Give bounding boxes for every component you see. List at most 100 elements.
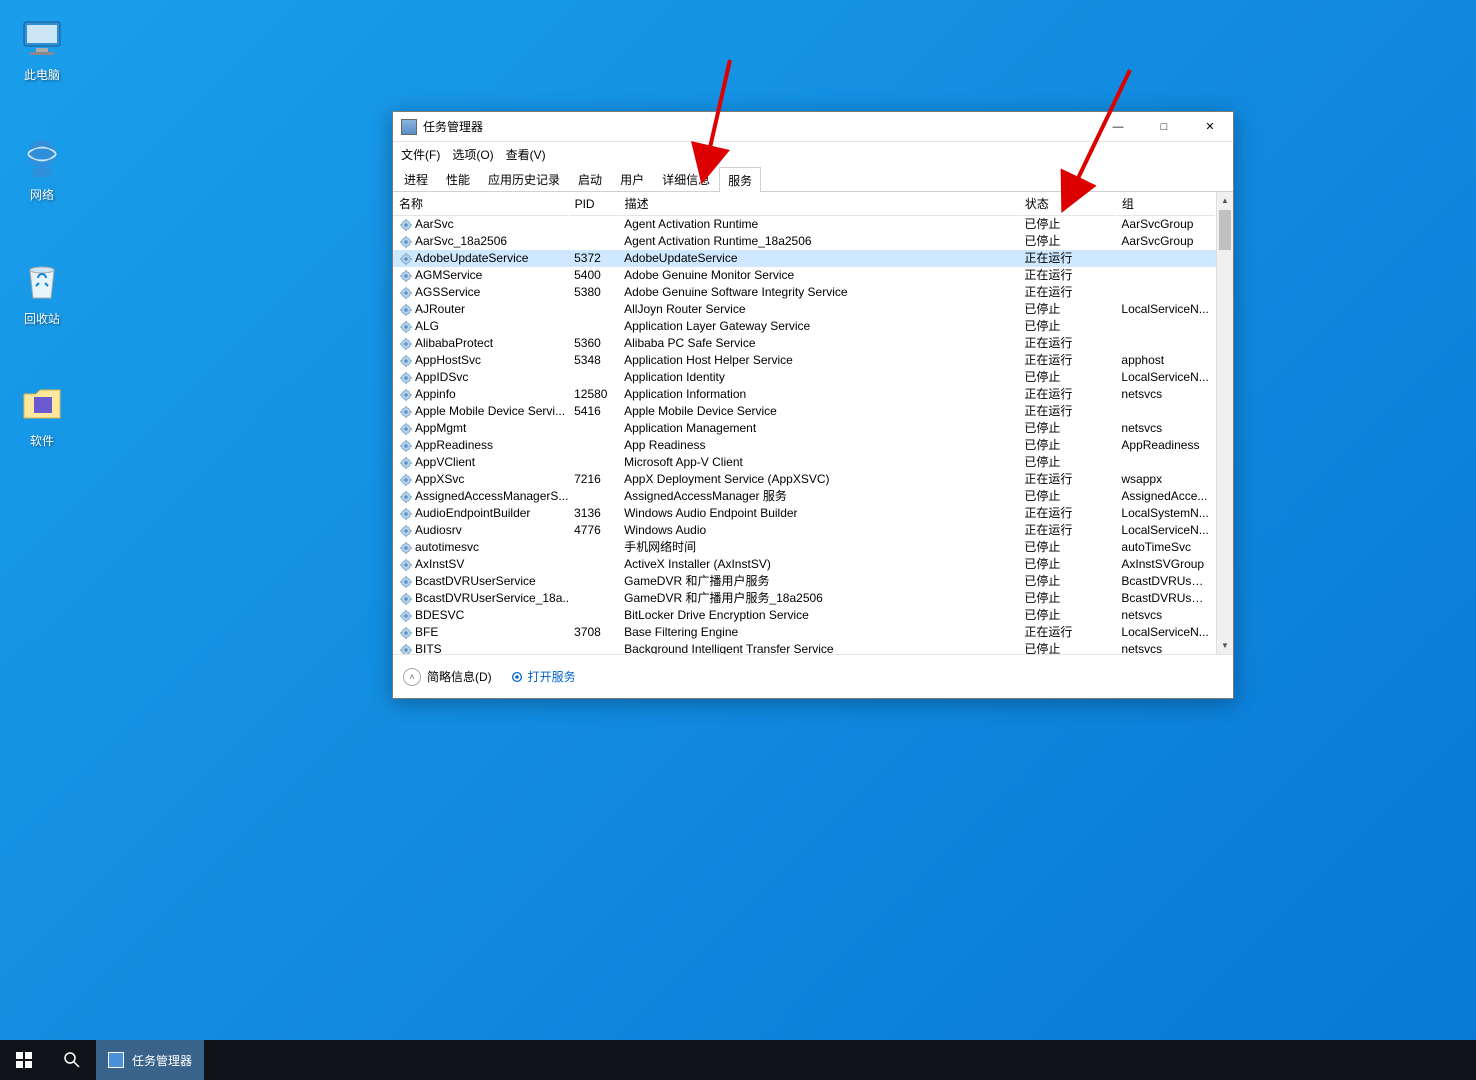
tab-4[interactable]: 用户 bbox=[611, 166, 653, 191]
service-row[interactable]: AGSService5380Adobe Genuine Software Int… bbox=[393, 284, 1216, 301]
service-group bbox=[1115, 403, 1215, 420]
service-group: LocalServiceN... bbox=[1115, 522, 1215, 539]
service-row[interactable]: AppIDSvcApplication Identity已停止LocalServ… bbox=[393, 369, 1216, 386]
service-row[interactable]: ALGApplication Layer Gateway Service已停止 bbox=[393, 318, 1216, 335]
menu-view[interactable]: 查看(V) bbox=[502, 144, 550, 165]
start-button[interactable] bbox=[0, 1040, 48, 1080]
maximize-button[interactable]: □ bbox=[1141, 112, 1187, 141]
service-name: AGSService bbox=[415, 284, 480, 301]
col-status[interactable]: 状态 bbox=[1018, 192, 1115, 216]
service-gear-icon bbox=[399, 235, 413, 249]
service-row[interactable]: AarSvcAgent Activation Runtime已停止AarSvcG… bbox=[393, 216, 1216, 234]
service-group: netsvcs bbox=[1115, 386, 1215, 403]
tab-2[interactable]: 应用历史记录 bbox=[479, 166, 569, 191]
service-status: 已停止 bbox=[1018, 539, 1115, 556]
service-name: AppHostSvc bbox=[415, 352, 481, 369]
tab-5[interactable]: 详细信息 bbox=[653, 166, 719, 191]
service-status: 正在运行 bbox=[1018, 352, 1115, 369]
service-row[interactable]: AssignedAccessManagerS...AssignedAccessM… bbox=[393, 488, 1216, 505]
service-row[interactable]: BFE3708Base Filtering Engine正在运行LocalSer… bbox=[393, 624, 1216, 641]
scroll-thumb[interactable] bbox=[1219, 210, 1231, 250]
minimize-button[interactable]: — bbox=[1095, 112, 1141, 141]
service-pid: 5348 bbox=[568, 352, 618, 369]
service-status: 正在运行 bbox=[1018, 250, 1115, 267]
service-desc: AssignedAccessManager 服务 bbox=[618, 488, 1018, 505]
service-row[interactable]: AppXSvc7216AppX Deployment Service (AppX… bbox=[393, 471, 1216, 488]
service-pid bbox=[568, 301, 618, 318]
service-row[interactable]: AppMgmtApplication Management已停止netsvcs bbox=[393, 420, 1216, 437]
service-row[interactable]: AGMService5400Adobe Genuine Monitor Serv… bbox=[393, 267, 1216, 284]
service-row[interactable]: BITSBackground Intelligent Transfer Serv… bbox=[393, 641, 1216, 654]
windows-logo-icon bbox=[16, 1052, 32, 1068]
service-row[interactable]: autotimesvc手机网络时间已停止autoTimeSvc bbox=[393, 539, 1216, 556]
close-button[interactable]: ✕ bbox=[1187, 112, 1233, 141]
service-row[interactable]: Appinfo12580Application Information正在运行n… bbox=[393, 386, 1216, 403]
desktop-icon-recycle-bin[interactable]: 回收站 bbox=[10, 258, 74, 327]
service-desc: AdobeUpdateService bbox=[618, 250, 1018, 267]
service-row[interactable]: AppHostSvc5348Application Host Helper Se… bbox=[393, 352, 1216, 369]
service-row[interactable]: AlibabaProtect5360Alibaba PC Safe Servic… bbox=[393, 335, 1216, 352]
service-row[interactable]: AudioEndpointBuilder3136Windows Audio En… bbox=[393, 505, 1216, 522]
service-row[interactable]: AppVClientMicrosoft App-V Client已停止 bbox=[393, 454, 1216, 471]
service-pid bbox=[568, 318, 618, 335]
desktop-icon-this-pc[interactable]: 此电脑 bbox=[10, 14, 74, 83]
service-name: AJRouter bbox=[415, 301, 465, 318]
service-group bbox=[1115, 250, 1215, 267]
desktop-icon-network[interactable]: 网络 bbox=[10, 134, 74, 203]
service-group: AxInstSVGroup bbox=[1115, 556, 1215, 573]
col-pid[interactable]: PID bbox=[568, 192, 618, 216]
service-group: netsvcs bbox=[1115, 641, 1215, 654]
service-gear-icon bbox=[399, 388, 413, 402]
menu-options[interactable]: 选项(O) bbox=[448, 144, 497, 165]
service-row[interactable]: AxInstSVActiveX Installer (AxInstSV)已停止A… bbox=[393, 556, 1216, 573]
service-status: 正在运行 bbox=[1018, 267, 1115, 284]
open-services-link[interactable]: 打开服务 bbox=[510, 668, 576, 685]
col-desc[interactable]: 描述 bbox=[618, 192, 1018, 216]
service-desc: Application Identity bbox=[618, 369, 1018, 386]
service-row[interactable]: BDESVCBitLocker Drive Encryption Service… bbox=[393, 607, 1216, 624]
service-name: BcastDVRUserService_18a... bbox=[415, 590, 568, 607]
taskbar-app-task-manager[interactable]: 任务管理器 bbox=[96, 1040, 204, 1080]
service-name: AGMService bbox=[415, 267, 482, 284]
service-row[interactable]: Apple Mobile Device Servi...5416Apple Mo… bbox=[393, 403, 1216, 420]
fewer-details-label: 简略信息(D) bbox=[427, 668, 492, 685]
service-group bbox=[1115, 318, 1215, 335]
service-row[interactable]: AarSvc_18a2506Agent Activation Runtime_1… bbox=[393, 233, 1216, 250]
window-title: 任务管理器 bbox=[423, 118, 1095, 135]
service-gear-icon bbox=[399, 558, 413, 572]
col-group[interactable]: 组 bbox=[1115, 192, 1215, 216]
menu-file[interactable]: 文件(F) bbox=[397, 144, 444, 165]
service-row[interactable]: AppReadinessApp Readiness已停止AppReadiness bbox=[393, 437, 1216, 454]
service-group: AarSvcGroup bbox=[1115, 233, 1215, 250]
tab-6[interactable]: 服务 bbox=[719, 167, 761, 192]
service-gear-icon bbox=[399, 592, 413, 606]
service-row[interactable]: AdobeUpdateService5372AdobeUpdateService… bbox=[393, 250, 1216, 267]
titlebar[interactable]: 任务管理器 — □ ✕ bbox=[393, 112, 1233, 142]
service-row[interactable]: AJRouterAllJoyn Router Service已停止LocalSe… bbox=[393, 301, 1216, 318]
vertical-scrollbar[interactable]: ▲ ▼ bbox=[1216, 192, 1233, 654]
col-name[interactable]: 名称 bbox=[393, 192, 568, 216]
this-pc-icon bbox=[18, 14, 66, 62]
tab-3[interactable]: 启动 bbox=[569, 166, 611, 191]
service-desc: Alibaba PC Safe Service bbox=[618, 335, 1018, 352]
tab-1[interactable]: 性能 bbox=[437, 166, 479, 191]
fewer-details-button[interactable]: ˄ 简略信息(D) bbox=[403, 668, 492, 686]
scroll-down-icon[interactable]: ▼ bbox=[1217, 637, 1233, 654]
service-desc: 手机网络时间 bbox=[618, 539, 1018, 556]
desktop-icon-software[interactable]: 软件 bbox=[10, 380, 74, 449]
service-pid: 3708 bbox=[568, 624, 618, 641]
service-desc: Agent Activation Runtime_18a2506 bbox=[618, 233, 1018, 250]
service-gear-icon bbox=[399, 456, 413, 470]
search-button[interactable] bbox=[48, 1040, 96, 1080]
service-row[interactable]: BcastDVRUserService_18a...GameDVR 和广播用户服… bbox=[393, 590, 1216, 607]
scroll-up-icon[interactable]: ▲ bbox=[1217, 192, 1233, 209]
service-pid: 5380 bbox=[568, 284, 618, 301]
desktop-icon-label: 回收站 bbox=[10, 310, 74, 327]
desktop-icon-label: 软件 bbox=[10, 432, 74, 449]
service-row[interactable]: Audiosrv4776Windows Audio正在运行LocalServic… bbox=[393, 522, 1216, 539]
tab-0[interactable]: 进程 bbox=[395, 166, 437, 191]
open-services-label: 打开服务 bbox=[528, 668, 576, 685]
service-desc: Base Filtering Engine bbox=[618, 624, 1018, 641]
folder-icon bbox=[18, 380, 66, 428]
service-row[interactable]: BcastDVRUserServiceGameDVR 和广播用户服务已停止Bca… bbox=[393, 573, 1216, 590]
